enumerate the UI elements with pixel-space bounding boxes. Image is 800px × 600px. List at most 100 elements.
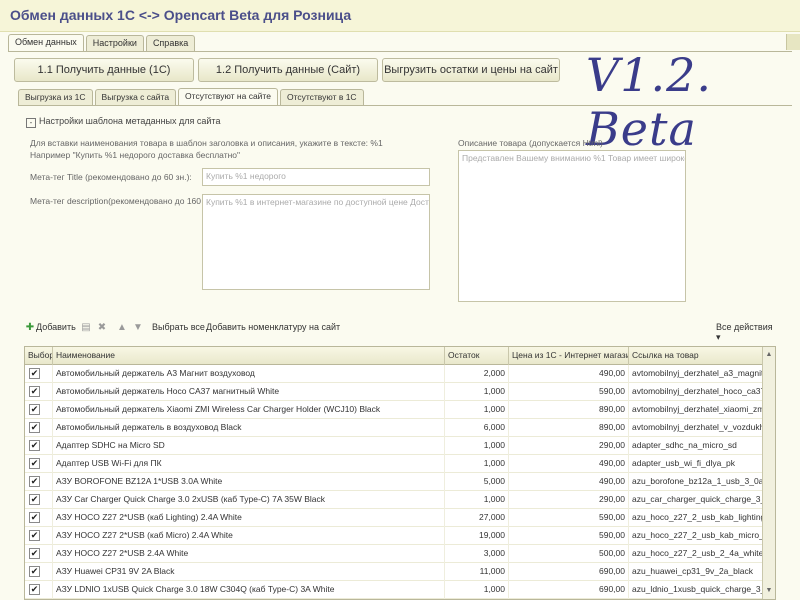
row-name-cell: Автомобильный держатель Xiaomi ZMI Wirel… <box>53 401 445 419</box>
row-checkbox[interactable]: ✔ <box>29 368 40 379</box>
row-checkbox[interactable]: ✔ <box>29 494 40 505</box>
column-header-price[interactable]: Цена из 1С - Интернет магазин <box>509 347 629 365</box>
row-link-cell: azu_borofone_bz12a_1_usb_3_0a_wh... <box>629 473 763 491</box>
row-name-cell: АЗУ LDNIO 1xUSB Quick Charge 3.0 18W C30… <box>53 581 445 599</box>
column-header-name[interactable]: Наименование <box>53 347 445 365</box>
tab-exchange[interactable]: Обмен данных <box>8 34 84 52</box>
row-checkbox-cell[interactable]: ✔ <box>25 509 53 527</box>
table-row[interactable]: ✔ АЗУ BOROFONE BZ12A 1*USB 3.0A White 5,00… <box>25 473 763 491</box>
row-stock-cell: 1,000 <box>445 437 509 455</box>
delete-icon[interactable]: ✖ <box>96 322 108 334</box>
table-row[interactable]: ✔ Адаптер USB Wi-Fi для ПК 1,000 490,00 adap… <box>25 455 763 473</box>
table-row[interactable]: ✔ АЗУ HOCO Z27 2*USB 2.4A White 3,000 500,0… <box>25 545 763 563</box>
table-row[interactable]: ✔ Адаптер SDHC на Micro SD 1,000 290,00 adap… <box>25 437 763 455</box>
row-checkbox-cell[interactable]: ✔ <box>25 365 53 383</box>
row-checkbox[interactable]: ✔ <box>29 548 40 559</box>
row-name-cell: АЗУ Car Charger Quick Charge 3.0 2xUSB (… <box>53 491 445 509</box>
row-stock-cell: 1,000 <box>445 455 509 473</box>
row-checkbox-cell[interactable]: ✔ <box>25 581 53 599</box>
row-checkbox[interactable]: ✔ <box>29 422 40 433</box>
row-name-cell: АЗУ HOCO Z27 2*USB 2.4A White <box>53 545 445 563</box>
row-checkbox[interactable]: ✔ <box>29 440 40 451</box>
row-checkbox[interactable]: ✔ <box>29 458 40 469</box>
table-row[interactable]: ✔ АЗУ HOCO Z27 2*USB (каб Lighting) 2.4A … <box>25 509 763 527</box>
row-stock-cell: 1,000 <box>445 491 509 509</box>
tab-settings[interactable]: Настройки <box>85 35 144 52</box>
main-tabs: Обмен данных Настройки Справка <box>8 34 197 52</box>
row-checkbox[interactable]: ✔ <box>29 386 40 397</box>
subtab-export-1c[interactable]: Выгрузка из 1С <box>18 89 93 106</box>
row-checkbox-cell[interactable]: ✔ <box>25 563 53 581</box>
move-down-icon[interactable]: ▼ <box>132 322 144 334</box>
row-checkbox-cell[interactable]: ✔ <box>25 383 53 401</box>
row-checkbox-cell[interactable]: ✔ <box>25 455 53 473</box>
row-checkbox[interactable]: ✔ <box>29 404 40 415</box>
row-price-cell: 890,00 <box>509 401 629 419</box>
all-actions-menu[interactable]: Все действия ▾ <box>716 322 776 343</box>
row-stock-cell: 27,000 <box>445 509 509 527</box>
row-link-cell: adapter_sdhc_na_micro_sd <box>629 437 763 455</box>
tab-help[interactable]: Справка <box>145 35 196 52</box>
row-checkbox[interactable]: ✔ <box>29 584 40 595</box>
table-row[interactable]: ✔ Автомобильный держатель Xiaomi ZMI Wire… <box>25 401 763 419</box>
row-checkbox-cell[interactable]: ✔ <box>25 437 53 455</box>
collapse-icon[interactable]: - <box>26 118 36 128</box>
add-icon[interactable]: ✚ <box>24 322 36 334</box>
scroll-up-icon[interactable]: ▲ <box>763 349 775 361</box>
subtab-missing-on-site[interactable]: Отсутствуют на сайте <box>178 88 278 106</box>
row-checkbox[interactable]: ✔ <box>29 512 40 523</box>
html-description-input[interactable]: Представлен Вашему вниманию %1 Товар име… <box>458 150 686 302</box>
add-button[interactable]: Добавить <box>36 322 76 332</box>
subtab-export-site[interactable]: Выгрузка с сайта <box>94 89 177 106</box>
row-link-cell: azu_hoco_z27_2_usb_2_4a_white <box>629 545 763 563</box>
row-link-cell: azu_ldnio_1xusb_quick_charge_3_0_1... <box>629 581 763 599</box>
move-up-icon[interactable]: ▲ <box>116 322 128 334</box>
meta-description-input[interactable]: Купить %1 в интернет-магазине по доступн… <box>202 194 430 290</box>
metadata-settings-title: Настройки шаблона метаданных для сайта <box>39 116 221 126</box>
description-field-label: Мета-тег description(рекомендовано до 16… <box>30 196 220 206</box>
select-all-button[interactable]: Выбрать все <box>152 322 205 332</box>
table-scrollbar[interactable]: ▲ ▼ <box>762 347 775 599</box>
column-header-stock[interactable]: Остаток <box>445 347 509 365</box>
get-1c-data-button[interactable]: 1.1 Получить данные (1С) <box>14 58 194 82</box>
row-stock-cell: 11,000 <box>445 563 509 581</box>
row-checkbox[interactable]: ✔ <box>29 530 40 541</box>
row-link-cell: avtomobilnyj_derzhatel_v_vozdukhov... <box>629 419 763 437</box>
row-checkbox-cell[interactable]: ✔ <box>25 545 53 563</box>
row-checkbox-cell[interactable]: ✔ <box>25 491 53 509</box>
table-row[interactable]: ✔ АЗУ Huawei CP31 9V 2A Black 11,000 690,00… <box>25 563 763 581</box>
row-name-cell: Автомобильный держатель A3 Магнит воздух… <box>53 365 445 383</box>
table-toolbar: ✚ Добавить ▤ ✖ ▲ ▼ Выбрать все Добавить … <box>24 320 776 342</box>
row-price-cell: 490,00 <box>509 473 629 491</box>
row-checkbox-cell[interactable]: ✔ <box>25 473 53 491</box>
meta-title-input[interactable]: Купить %1 недорого <box>202 168 430 186</box>
row-checkbox[interactable]: ✔ <box>29 566 40 577</box>
row-checkbox-cell[interactable]: ✔ <box>25 419 53 437</box>
upload-stock-prices-button[interactable]: Выгрузить остатки и цены на сайт <box>382 58 560 82</box>
metadata-settings-header[interactable]: - Настройки шаблона метаданных для сайта <box>26 116 220 128</box>
row-name-cell: АЗУ HOCO Z27 2*USB (каб Micro) 2.4A Whit… <box>53 527 445 545</box>
table-row[interactable]: ✔ АЗУ Car Charger Quick Charge 3.0 2xUSB … <box>25 491 763 509</box>
add-nomenclature-button[interactable]: Добавить номенклатуру на сайт <box>206 322 340 332</box>
table-row[interactable]: ✔ Автомобильный держатель A3 Магнит возду… <box>25 365 763 383</box>
column-header-select[interactable]: Выбор <box>25 347 53 365</box>
row-link-cell: adapter_usb_wi_fi_dlya_pk <box>629 455 763 473</box>
window-title: Обмен данных 1С <-> Opencart Beta для Ро… <box>10 7 352 23</box>
column-header-link[interactable]: Ссылка на товар <box>629 347 763 365</box>
copy-icon[interactable]: ▤ <box>80 322 92 334</box>
table-row[interactable]: ✔ Автомобильный держатель Hoco CA37 магни… <box>25 383 763 401</box>
products-table: Выбор Наименование Остаток Цена из 1С - … <box>24 346 776 600</box>
row-checkbox[interactable]: ✔ <box>29 476 40 487</box>
scroll-down-icon[interactable]: ▼ <box>763 585 775 597</box>
row-stock-cell: 2,000 <box>445 365 509 383</box>
row-checkbox-cell[interactable]: ✔ <box>25 401 53 419</box>
table-row[interactable]: ✔ АЗУ LDNIO 1xUSB Quick Charge 3.0 18W C3… <box>25 581 763 599</box>
template-example: Например "Купить %1 недорого доставка бе… <box>30 150 241 160</box>
table-row[interactable]: ✔ АЗУ HOCO Z27 2*USB (каб Micro) 2.4A Whi… <box>25 527 763 545</box>
row-checkbox-cell[interactable]: ✔ <box>25 527 53 545</box>
get-site-data-button[interactable]: 1.2 Получить данные (Сайт) <box>198 58 378 82</box>
table-row[interactable]: ✔ Автомобильный держатель в воздуховод Bl… <box>25 419 763 437</box>
subtab-missing-in-1c[interactable]: Отсутствуют в 1С <box>279 89 364 106</box>
sub-tabs: Выгрузка из 1С Выгрузка с сайта Отсутствую… <box>18 88 366 106</box>
row-name-cell: Автомобильный держатель Hoco CA37 магнит… <box>53 383 445 401</box>
